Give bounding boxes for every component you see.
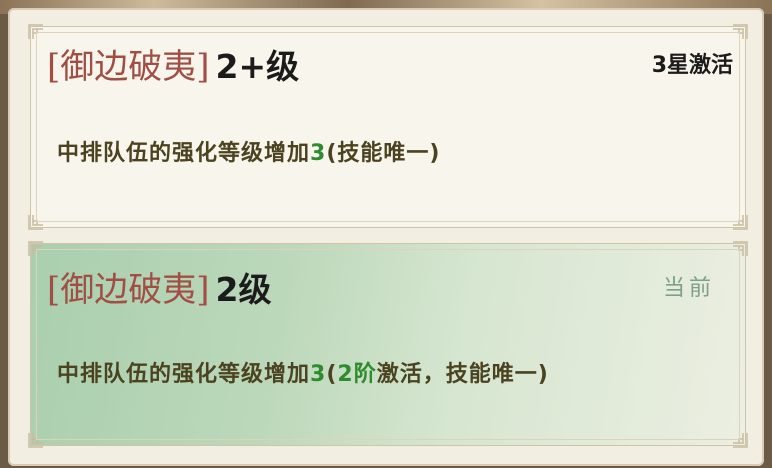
skill-title: [御边破夷] 2级 [47, 262, 272, 311]
corner-ornament-icon [731, 213, 749, 231]
title-bracket-open: [ [47, 47, 61, 87]
skill-card-current-level: [御边破夷] 2级 当前 中排队伍的强化等级增加3(2阶激活，技能唯一) [27, 240, 749, 449]
skill-name: 御边破夷 [60, 270, 197, 310]
skill-title: [御边破夷] 2+级 [47, 39, 299, 88]
desc-suffix: 激活，技能唯一) [376, 362, 549, 387]
corner-ornament-icon [731, 431, 749, 449]
skill-name: 御边破夷 [60, 47, 197, 87]
desc-suffix: (技能唯一) [326, 141, 441, 166]
corner-ornament-icon [731, 23, 749, 41]
skill-description: 中排队伍的强化等级增加3(2阶激活，技能唯一) [57, 356, 549, 388]
corner-ornament-icon [27, 213, 45, 231]
title-bracket-open: [ [47, 270, 61, 310]
skill-description: 中排队伍的强化等级增加3(技能唯一) [57, 135, 440, 167]
desc-value: 3 [310, 141, 327, 166]
desc-value: 3 [310, 362, 327, 387]
current-level-badge: 当前 [662, 276, 715, 301]
corner-ornament-icon [27, 23, 45, 41]
skill-level: 2+级 [215, 47, 300, 86]
desc-paren-open: ( [326, 362, 338, 387]
corner-ornament-icon [27, 431, 45, 449]
title-bracket-close: ] [196, 270, 210, 310]
corner-ornament-icon [731, 240, 749, 258]
desc-prefix: 中排队伍的强化等级增加 [57, 141, 311, 166]
desc-tier: 2阶 [337, 362, 377, 387]
desc-prefix: 中排队伍的强化等级增加 [57, 362, 311, 387]
corner-ornament-icon [27, 240, 45, 258]
activation-requirement: 3星激活 [651, 53, 733, 78]
skill-card-next-level: [御边破夷] 2+级 3星激活 中排队伍的强化等级增加3(技能唯一) [27, 23, 749, 231]
skill-level: 2级 [215, 270, 272, 309]
title-bracket-close: ] [196, 47, 210, 87]
